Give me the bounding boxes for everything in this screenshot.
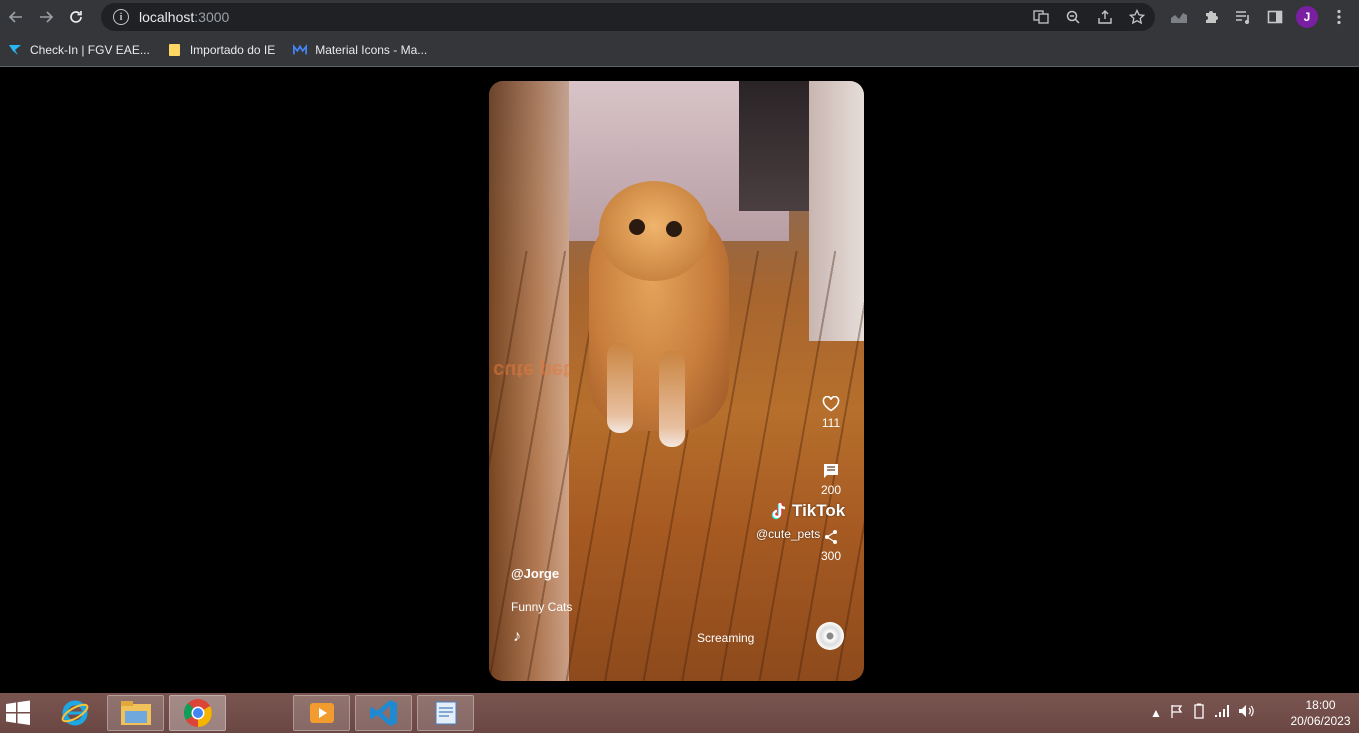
taskbar-notepad[interactable] — [417, 695, 474, 731]
scene-doorway — [739, 81, 819, 211]
share-icon[interactable] — [1095, 7, 1115, 27]
comment-icon — [824, 464, 838, 478]
material-icon — [293, 43, 308, 57]
flag-icon[interactable] — [1170, 704, 1184, 721]
show-hidden-icons-icon[interactable]: ▲ — [1150, 706, 1162, 720]
clock-time: 18:00 — [1305, 698, 1336, 712]
network-signal-icon[interactable] — [1214, 704, 1230, 721]
comment-count: 200 — [820, 483, 842, 497]
bookmark-folder-ie[interactable]: Importado do IE — [168, 43, 275, 57]
extensions-puzzle-icon[interactable] — [1200, 6, 1222, 28]
browser-toolbar: i localhost:3000 J — [0, 0, 1359, 34]
bookmark-label: Importado do IE — [189, 43, 276, 57]
notepad-icon — [435, 701, 456, 725]
like-count: 111 — [821, 416, 841, 430]
url-text: localhost:3000 — [139, 9, 229, 25]
address-bar[interactable]: i localhost:3000 — [101, 3, 1155, 31]
forward-button[interactable] — [32, 3, 60, 31]
system-tray: ▲ — [1150, 703, 1254, 722]
taskbar-chrome[interactable] — [169, 695, 226, 731]
side-panel-icon[interactable] — [1264, 6, 1286, 28]
folder-icon — [168, 43, 182, 57]
video-username[interactable]: @Jorge — [511, 566, 559, 581]
heart-icon — [822, 396, 840, 412]
music-note-icon: ♪ — [513, 628, 521, 645]
tiktok-handle: @cute_pets — [756, 527, 821, 541]
taskbar-file-explorer[interactable] — [107, 695, 164, 731]
reload-button[interactable] — [62, 3, 90, 31]
share-icon — [825, 530, 837, 544]
tiktok-watermark: TikTok — [769, 501, 845, 521]
volume-icon[interactable] — [1238, 704, 1254, 721]
vscode-icon — [369, 700, 397, 726]
performance-icon[interactable] — [1168, 6, 1190, 28]
media-queue-icon[interactable] — [1232, 6, 1254, 28]
bookmark-fgv[interactable]: Check-In | FGV EAE... — [8, 43, 150, 57]
internet-explorer-icon — [61, 700, 88, 726]
taskbar-media-player[interactable] — [293, 695, 350, 731]
taskbar: ▲ 18:00 20/06/2023 — [0, 693, 1359, 733]
arrow-right-icon — [40, 11, 54, 23]
translate-icon[interactable] — [1031, 7, 1051, 27]
chrome-icon — [183, 699, 212, 727]
taskbar-clock[interactable]: 18:00 20/06/2023 — [1282, 697, 1359, 729]
battery-icon[interactable] — [1192, 703, 1206, 722]
start-button[interactable] — [4, 699, 32, 727]
bookmarks-bar: Check-In | FGV EAE... Importado do IE Ma… — [0, 34, 1359, 67]
video-description: Funny Cats — [511, 600, 573, 614]
cat-leg — [607, 343, 633, 433]
page-content: cute pet 111 200 300 TikTok @cute_pets @… — [0, 68, 1359, 693]
record-disc-icon[interactable] — [816, 622, 844, 650]
taskbar-internet-explorer[interactable] — [46, 695, 103, 731]
clock-date: 20/06/2023 — [1290, 714, 1351, 728]
like-button[interactable]: 111 — [808, 396, 854, 430]
share-count: 300 — [820, 549, 842, 563]
cat-eye — [666, 221, 682, 237]
tiktok-note-icon — [771, 502, 786, 520]
song-title: Screaming — [697, 631, 755, 645]
bookmark-star-icon[interactable] — [1127, 7, 1147, 27]
bookmark-material-icons[interactable]: Material Icons - Ma... — [293, 43, 427, 57]
cat-head — [599, 181, 709, 281]
back-button[interactable] — [2, 3, 30, 31]
fgv-icon — [8, 43, 22, 57]
media-player-icon — [309, 703, 334, 723]
profile-avatar[interactable]: J — [1296, 6, 1318, 28]
cat-eye — [629, 219, 645, 235]
tiktok-brand-text: TikTok — [792, 501, 846, 520]
reload-icon — [70, 11, 82, 23]
taskbar-vscode[interactable] — [355, 695, 412, 731]
zoom-icon[interactable] — [1063, 7, 1083, 27]
url-host: localhost — [139, 9, 195, 25]
comment-button[interactable]: 200 — [808, 463, 854, 497]
url-port: :3000 — [194, 9, 230, 25]
site-info-icon[interactable]: i — [113, 9, 129, 25]
bookmark-label: Material Icons - Ma... — [315, 43, 428, 57]
cute-pet-watermark: cute pet — [493, 359, 570, 381]
menu-kebab-icon[interactable] — [1328, 6, 1350, 28]
cat-leg — [659, 351, 685, 447]
file-explorer-icon — [120, 701, 151, 725]
windows-logo-icon — [6, 700, 30, 725]
arrow-left-icon — [8, 11, 22, 23]
bookmark-label: Check-In | FGV EAE... — [30, 43, 150, 57]
video-player[interactable]: cute pet 111 200 300 TikTok @cute_pets @… — [489, 81, 864, 681]
